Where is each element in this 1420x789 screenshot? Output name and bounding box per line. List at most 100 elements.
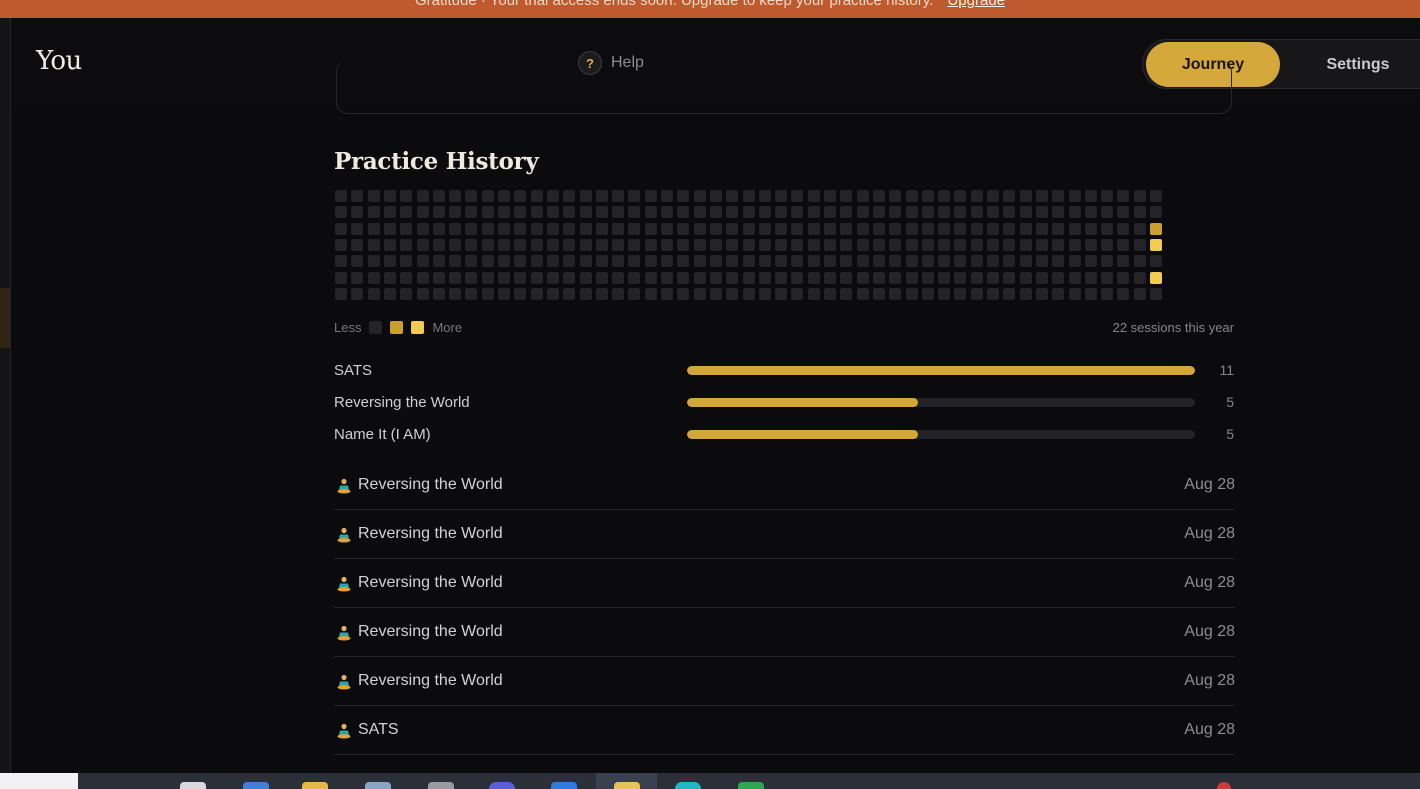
heatmap-cell — [743, 190, 755, 202]
heatmap-cell — [514, 272, 526, 284]
upgrade-link[interactable]: Upgrade — [947, 0, 1005, 9]
taskbar-app-icon[interactable] — [551, 782, 577, 789]
heatmap-cell — [498, 288, 510, 300]
heatmap-cell — [1020, 255, 1032, 267]
heatmap-cell — [351, 255, 363, 267]
heatmap-cell — [465, 206, 477, 218]
taskbar-app-icon[interactable] — [614, 782, 640, 789]
heatmap-cell — [384, 272, 396, 284]
taskbar-app-icon[interactable] — [428, 782, 454, 789]
heatmap-cell — [433, 255, 445, 267]
heatmap-cell — [563, 255, 575, 267]
heatmap-cell — [857, 190, 869, 202]
legend-less-label: Less — [334, 320, 362, 335]
heatmap-cell — [514, 190, 526, 202]
taskbar-app-icon[interactable] — [738, 782, 764, 789]
session-row[interactable]: Reversing the World Aug 28 — [334, 608, 1235, 657]
heatmap-cell — [824, 206, 836, 218]
heatmap-cell — [596, 255, 608, 267]
folder-icon[interactable] — [302, 782, 328, 789]
os-taskbar — [0, 773, 1420, 789]
heatmap-cell — [645, 255, 657, 267]
heatmap-cell — [1003, 223, 1015, 235]
heatmap-cell — [1069, 255, 1081, 267]
sidebar-collapse-handle[interactable] — [0, 288, 10, 348]
start-button[interactable] — [0, 773, 78, 789]
taskbar-app-icon[interactable] — [489, 782, 515, 789]
heatmap-cell — [808, 255, 820, 267]
heatmap-cell — [710, 255, 722, 267]
heatmap-cell — [791, 288, 803, 300]
heatmap-cell — [384, 223, 396, 235]
heatmap-cell — [694, 206, 706, 218]
heatmap-cell — [987, 223, 999, 235]
heatmap-cell — [1085, 255, 1097, 267]
heatmap-cell — [857, 255, 869, 267]
taskbar-app-icon[interactable] — [243, 782, 269, 789]
session-row[interactable]: Reversing the World Aug 28 — [334, 559, 1235, 608]
practice-bar-row: Name It (I AM) 5 — [334, 424, 1234, 456]
session-row[interactable]: Reversing the World Aug 28 — [334, 461, 1235, 510]
practice-bar-count: 5 — [1226, 426, 1234, 442]
heatmap-cell — [743, 288, 755, 300]
heatmap-cell — [498, 255, 510, 267]
heatmap-cell — [906, 190, 918, 202]
heatmap-cell — [840, 288, 852, 300]
heatmap-cell — [922, 206, 934, 218]
heatmap-cell — [775, 255, 787, 267]
session-row[interactable]: Reversing the World Aug 28 — [334, 510, 1235, 559]
heatmap-cell — [482, 255, 494, 267]
heatmap-cell — [906, 239, 918, 251]
heatmap-cell — [628, 206, 640, 218]
tab-settings[interactable]: Settings — [1293, 42, 1420, 87]
heatmap-cell — [661, 272, 673, 284]
practice-bar-label: SATS — [334, 362, 373, 379]
heatmap-cell — [1036, 206, 1048, 218]
session-name: Reversing the World — [358, 525, 503, 542]
taskbar-app-icon[interactable] — [365, 782, 391, 789]
heatmap-cell — [1101, 223, 1113, 235]
heatmap-cell — [400, 255, 412, 267]
heatmap-cell — [677, 255, 689, 267]
heatmap-cell — [384, 288, 396, 300]
heatmap-cell — [759, 239, 771, 251]
heatmap-cell — [694, 288, 706, 300]
taskbar-app-icon[interactable] — [180, 782, 206, 789]
heatmap-cell — [775, 223, 787, 235]
session-row[interactable]: SATS Aug 28 — [334, 706, 1235, 755]
heatmap-cell — [400, 272, 412, 284]
heatmap-cell — [889, 190, 901, 202]
heatmap-cell — [743, 223, 755, 235]
heatmap-cell — [971, 223, 983, 235]
heatmap-cell — [1085, 190, 1097, 202]
session-date: Aug 28 — [1184, 525, 1235, 542]
session-row[interactable]: Reversing the World Aug 28 — [334, 657, 1235, 706]
heatmap-cell — [710, 239, 722, 251]
heatmap-cell — [628, 255, 640, 267]
heatmap-cell — [873, 255, 885, 267]
notification-badge-icon[interactable] — [1217, 782, 1231, 789]
heatmap-cell — [1117, 272, 1129, 284]
taskbar-app-icon[interactable] — [675, 782, 701, 789]
heatmap-cell — [726, 206, 738, 218]
heatmap-cell — [971, 288, 983, 300]
practice-bar-fill — [687, 430, 918, 439]
heatmap-cell — [677, 272, 689, 284]
heatmap-cell — [563, 190, 575, 202]
heatmap-cell — [1036, 272, 1048, 284]
heatmap-cell — [824, 255, 836, 267]
heatmap-cell — [547, 272, 559, 284]
heatmap-cell — [775, 190, 787, 202]
heatmap-cell — [1003, 288, 1015, 300]
heatmap-cell — [971, 272, 983, 284]
heatmap-cell-active — [1150, 272, 1162, 284]
heatmap-cell — [482, 190, 494, 202]
heatmap-cell — [531, 223, 543, 235]
heatmap-cell — [661, 255, 673, 267]
heatmap-cell — [1085, 288, 1097, 300]
heatmap-cell — [1020, 239, 1032, 251]
heatmap-cell — [889, 288, 901, 300]
heatmap-cell — [1020, 288, 1032, 300]
heatmap-cell — [1036, 239, 1048, 251]
heatmap-cell — [1150, 288, 1162, 300]
